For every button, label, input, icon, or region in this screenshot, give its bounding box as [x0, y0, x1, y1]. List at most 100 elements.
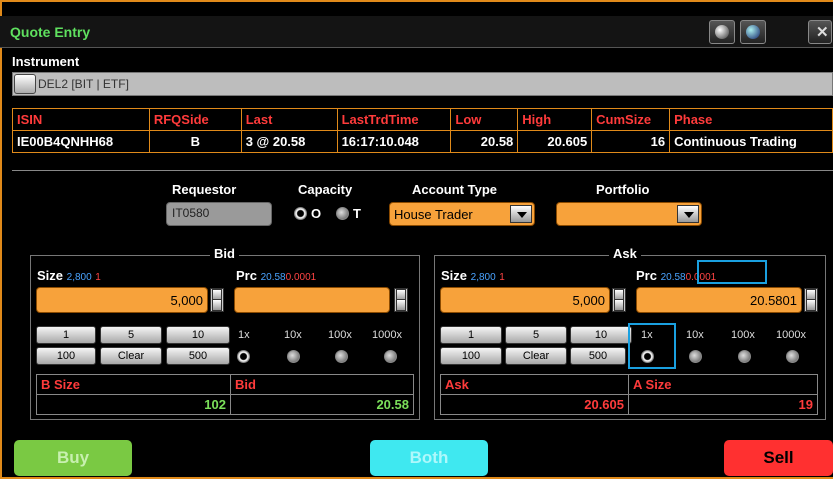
- instrument-field[interactable]: [12, 72, 833, 96]
- requestor-value: IT0580: [172, 206, 210, 220]
- bid-mult-1000x-radio[interactable]: [384, 350, 397, 363]
- divider: [12, 170, 833, 171]
- close-button[interactable]: ✕: [808, 20, 832, 44]
- bid-key-100[interactable]: 100: [36, 347, 96, 365]
- ask-key-1[interactable]: 1: [440, 326, 502, 344]
- ask-key-5[interactable]: 5: [505, 326, 567, 344]
- ask-key-500[interactable]: 500: [570, 347, 626, 365]
- bid-mult-100x: 100x: [328, 329, 352, 341]
- highlight-tick-size: [697, 260, 767, 284]
- bid-bsize-header: B Size: [36, 374, 231, 395]
- bid-price-input[interactable]: [234, 287, 390, 313]
- instrument-select-button[interactable]: [14, 74, 36, 94]
- ask-mult-100x-radio[interactable]: [738, 350, 751, 363]
- ask-size-hint: 2,800: [470, 272, 496, 283]
- ask-size-label: Size 2,800 1: [441, 268, 505, 283]
- capacity-label: Capacity: [298, 182, 353, 197]
- cell-isin: IE00B4QNHH68: [12, 130, 150, 153]
- bid-key-10[interactable]: 10: [166, 326, 230, 344]
- bid-prc-hint: 20.58: [260, 272, 286, 283]
- ask-ask-header: Ask: [440, 374, 629, 395]
- bid-title: Bid: [210, 246, 239, 261]
- ask-key-10[interactable]: 10: [570, 326, 632, 344]
- cell-high: 20.605: [517, 130, 593, 153]
- bid-key-1[interactable]: 1: [36, 326, 96, 344]
- buy-button[interactable]: Buy: [14, 440, 132, 476]
- header-low: Low: [450, 108, 519, 131]
- ask-price-stepper[interactable]: [804, 288, 818, 312]
- requestor-field[interactable]: IT0580: [166, 202, 272, 226]
- header-lasttrdtime: LastTrdTime: [336, 108, 452, 131]
- ask-ask-value: 20.605: [440, 394, 629, 415]
- ask-mult-10x-radio[interactable]: [689, 350, 702, 363]
- globe-icon: [746, 25, 760, 39]
- account-type-select[interactable]: House Trader: [389, 202, 535, 226]
- help-button[interactable]: [709, 20, 735, 44]
- cell-phase: Continuous Trading: [669, 130, 833, 153]
- table-row: Ask A Size: [440, 374, 818, 395]
- header-isin: ISIN: [12, 108, 150, 131]
- bid-key-5[interactable]: 5: [100, 326, 162, 344]
- header-rfqside: RFQSide: [148, 108, 242, 131]
- table-header-row: ISIN RFQSide Last LastTrdTime Low High C…: [12, 108, 833, 131]
- ask-price-value: 20.5801: [750, 293, 797, 308]
- bid-size-input[interactable]: 5,000: [36, 287, 208, 313]
- title-bar: Quote Entry ✕: [0, 16, 833, 48]
- capacity-o-radio[interactable]: [294, 207, 307, 220]
- ask-mult-100x: 100x: [731, 329, 755, 341]
- bid-size-hint: 2,800: [66, 272, 92, 283]
- ask-size-hint2: 1: [499, 272, 505, 283]
- bid-size-value: 5,000: [170, 293, 203, 308]
- bid-prc-hint2: 0.0001: [285, 272, 317, 283]
- sell-button[interactable]: Sell: [724, 440, 833, 476]
- close-icon: ✕: [816, 24, 829, 41]
- ask-key-clear[interactable]: Clear: [505, 347, 567, 365]
- ask-title: Ask: [609, 246, 641, 261]
- bid-mult-1000x: 1000x: [372, 329, 402, 341]
- ask-asize-value: 19: [628, 394, 818, 415]
- instrument-value: DEL2 [BIT | ETF]: [38, 77, 129, 91]
- header-last: Last: [240, 108, 338, 131]
- capacity-t-radio[interactable]: [336, 207, 349, 220]
- bid-mult-10x-radio[interactable]: [287, 350, 300, 363]
- ask-mult-1000x-radio[interactable]: [786, 350, 799, 363]
- highlight-1x-multiplier: [628, 323, 676, 369]
- ask-price-input[interactable]: 20.5801: [636, 287, 802, 313]
- ask-mult-1000x: 1000x: [776, 329, 806, 341]
- bid-mult-100x-radio[interactable]: [335, 350, 348, 363]
- chevron-down-icon: [677, 205, 699, 223]
- bid-bid-header: Bid: [230, 374, 414, 395]
- cell-last: 3 @ 20.58: [240, 130, 338, 153]
- bid-size-stepper[interactable]: [210, 288, 224, 312]
- bid-mult-10x: 10x: [284, 329, 302, 341]
- bid-mult-1x: 1x: [238, 329, 250, 341]
- ask-mult-10x: 10x: [686, 329, 704, 341]
- requestor-label: Requestor: [172, 182, 237, 197]
- bid-price-stepper[interactable]: [394, 288, 408, 312]
- ask-asize-header: A Size: [628, 374, 818, 395]
- portfolio-label: Portfolio: [596, 182, 650, 197]
- bid-key-clear[interactable]: Clear: [100, 347, 162, 365]
- bid-summary-table: B Size Bid 102 20.58: [36, 374, 414, 415]
- ask-size-stepper[interactable]: [612, 288, 626, 312]
- bid-size-hint2: 1: [95, 272, 101, 283]
- table-row: 102 20.58: [36, 394, 414, 415]
- ask-size-input[interactable]: 5,000: [440, 287, 610, 313]
- both-button[interactable]: Both: [370, 440, 488, 476]
- bid-key-500[interactable]: 500: [166, 347, 230, 365]
- help-icon: [715, 25, 729, 39]
- bid-size-label: Size 2,800 1: [37, 268, 101, 283]
- table-row: IE00B4QNHH68 B 3 @ 20.58 16:17:10.048 20…: [12, 130, 833, 153]
- header-cumsize: CumSize: [591, 108, 671, 131]
- capacity-t-label: T: [353, 206, 361, 221]
- cell-rfqside: B: [148, 130, 242, 153]
- settings-button[interactable]: [740, 20, 766, 44]
- header-high: High: [517, 108, 593, 131]
- quote-table: ISIN RFQSide Last LastTrdTime Low High C…: [12, 108, 833, 153]
- chevron-down-icon: [510, 205, 532, 223]
- ask-key-100[interactable]: 100: [440, 347, 502, 365]
- portfolio-select[interactable]: [556, 202, 702, 226]
- bid-bsize-value: 102: [36, 394, 231, 415]
- bid-mult-1x-radio[interactable]: [237, 350, 250, 363]
- ask-size-value: 5,000: [572, 293, 605, 308]
